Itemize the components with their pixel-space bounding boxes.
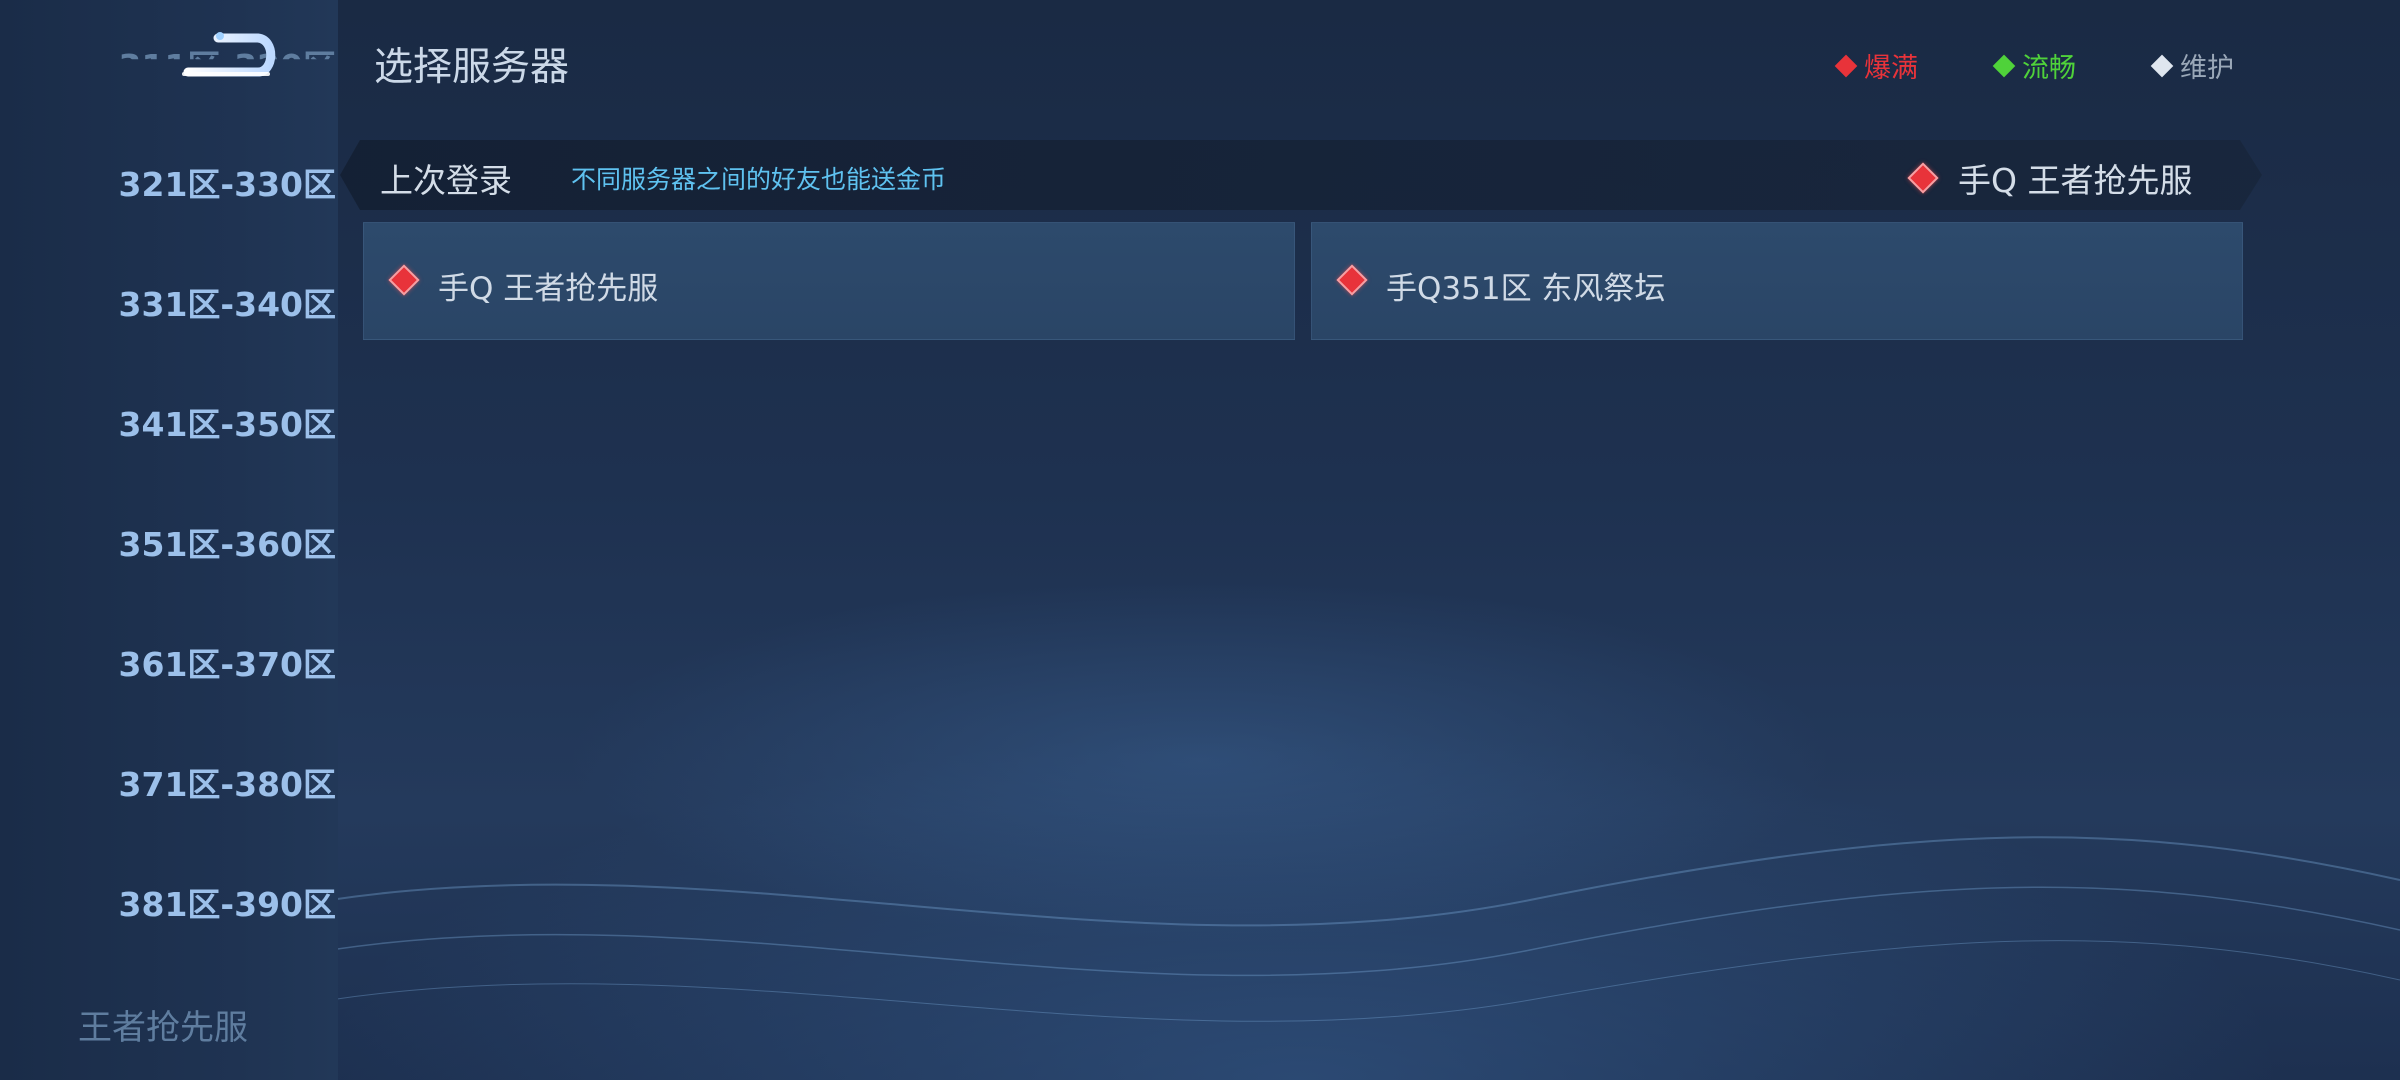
legend-smooth: 流畅 (1992, 46, 2076, 85)
server-select-screen: 311区-320区 321区-330区 331区-340区 341区-350区 … (0, 0, 2400, 1080)
legend-maintenance: 维护 (2150, 46, 2234, 85)
back-button[interactable] (178, 22, 278, 84)
back-arrow-icon (182, 32, 276, 77)
diamond-status-icon (388, 264, 420, 296)
diamond-status-icon (1907, 162, 1939, 194)
server-card-name: 手Q351区 东风祭坛 (1386, 271, 1666, 307)
sidebar-item-361-370[interactable]: 361区-370区 (0, 638, 336, 686)
sidebar-item-341-350[interactable]: 341区-350区 (0, 398, 336, 446)
diamond-status-icon (1834, 54, 1858, 77)
legend-maintenance-label: 维护 (2180, 53, 2234, 84)
diamond-status-icon (1992, 54, 2016, 77)
sidebar-item-preview-server[interactable]: 王者抢先服 (0, 1000, 328, 1049)
legend-full-label: 爆满 (1864, 53, 1918, 84)
background-waves (330, 836, 2400, 1022)
last-login-hint: 不同服务器之间的好友也能送金币 (571, 165, 947, 194)
server-card[interactable]: 手Q 王者抢先服 (363, 222, 1295, 340)
sidebar-item-371-380[interactable]: 371区-380区 (0, 758, 336, 806)
sidebar-item-381-390[interactable]: 381区-390区 (0, 878, 336, 926)
sidebar-item-321-330[interactable]: 321区-330区 (0, 158, 336, 206)
zone-sidebar[interactable]: 311区-320区 321区-330区 331区-340区 341区-350区 … (0, 0, 338, 1080)
diamond-status-icon (1336, 264, 1368, 296)
legend-full: 爆满 (1834, 46, 1918, 85)
last-login-server[interactable]: 手Q 王者抢先服 (1907, 154, 2193, 202)
last-login-server-name: 手Q 王者抢先服 (1958, 161, 2193, 200)
page-title: 选择服务器 (374, 45, 570, 90)
legend-smooth-label: 流畅 (2022, 53, 2076, 84)
server-card[interactable]: 手Q351区 东风祭坛 (1311, 222, 2243, 340)
sidebar-item-331-340[interactable]: 331区-340区 (0, 278, 336, 326)
last-login-label: 上次登录 (380, 161, 512, 200)
diamond-status-icon (2150, 54, 2174, 77)
sidebar-item-311-320[interactable]: 311区-320区 (0, 40, 336, 59)
server-card-name: 手Q 王者抢先服 (438, 271, 659, 307)
sidebar-item-351-360[interactable]: 351区-360区 (0, 518, 336, 566)
